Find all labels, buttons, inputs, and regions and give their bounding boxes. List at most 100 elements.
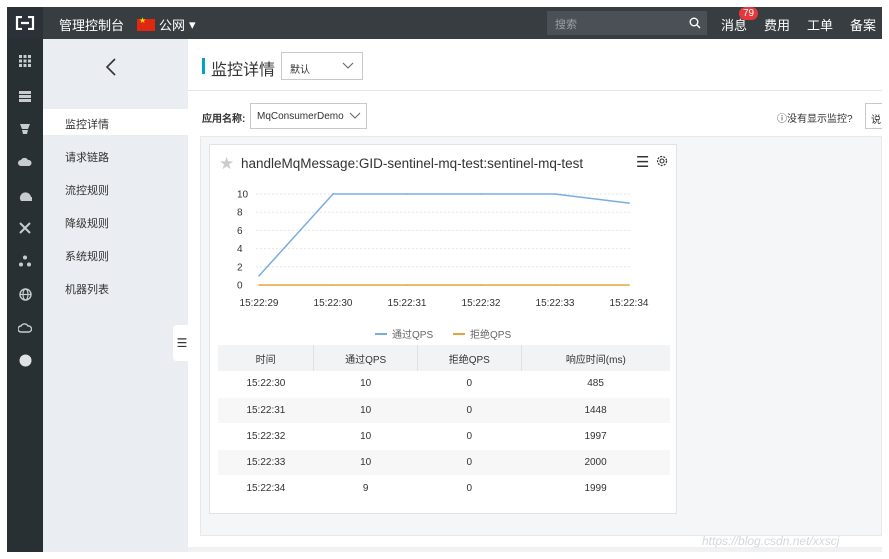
region-label: 公网	[159, 18, 186, 33]
table-row: 15:22:32 10 0 1997	[218, 423, 670, 450]
legend-item-block[interactable]: 拒绝QPS	[453, 326, 511, 341]
x-tick-label: 15:22:33	[536, 298, 575, 309]
caret-down-icon: ▾	[189, 16, 196, 32]
y-tick-label: 10	[237, 190, 249, 201]
y-tick-label: 8	[237, 208, 243, 219]
data-point	[258, 275, 260, 277]
table-cell: 1448	[521, 397, 670, 424]
series-line-pass	[258, 193, 630, 277]
cluster-icon[interactable]	[15, 251, 35, 271]
x-tick-label: 15:22:30	[314, 298, 353, 309]
data-point	[406, 193, 408, 195]
edge-action-button[interactable]: 说	[865, 103, 882, 129]
grid-menu-icon[interactable]	[15, 51, 35, 71]
info-circle-icon: ⓘ	[777, 114, 787, 125]
globe-icon[interactable]	[15, 284, 35, 304]
data-point	[480, 284, 482, 286]
server-icon[interactable]	[15, 86, 35, 106]
product-icon-rail	[7, 39, 43, 552]
table-cell: 15:22:30	[218, 371, 314, 398]
table-row: 15:22:33 10 0 2000	[218, 449, 670, 476]
china-flag-icon	[137, 16, 155, 31]
sidebar-collapse-handle-icon[interactable]: ☰	[173, 325, 191, 361]
data-point	[332, 284, 334, 286]
table-cell: 15:22:34	[218, 475, 314, 502]
table-cell: 2000	[521, 449, 670, 476]
table-row: 15:22:34 9 0 1999	[218, 475, 670, 502]
cloud-sync-icon[interactable]	[15, 317, 35, 337]
billing-link[interactable]: 费用	[764, 15, 790, 34]
table-cell: 10	[313, 449, 418, 476]
qps-table: 时间 通过QPS 拒绝QPS 响应时间(ms) 15:22:30 10 0 48…	[218, 345, 670, 502]
filing-link[interactable]: 备案	[850, 15, 876, 34]
top-navbar: 管理控制台 公网 ▾ 搜索 消息 79 费用 工单 备案	[7, 7, 882, 39]
x-tick-label: 15:22:31	[388, 298, 427, 309]
table-cell: 10	[313, 371, 418, 398]
x-tick-label: 15:22:34	[610, 298, 649, 309]
table-row: 15:22:31 10 0 1448	[218, 397, 670, 424]
y-tick-label: 2	[237, 262, 243, 273]
legend-swatch-block	[453, 332, 465, 335]
table-cell: 1997	[521, 423, 670, 450]
column-header-rt: 响应时间(ms)	[521, 345, 670, 371]
app-name-value: MqConsumerDemo	[257, 111, 344, 122]
cloud-logo-icon[interactable]	[7, 7, 43, 39]
legend-swatch-pass	[375, 332, 387, 335]
messages-count-badge: 79	[739, 7, 759, 20]
network-icon[interactable]	[15, 218, 35, 238]
title-accent-bar	[202, 58, 205, 74]
chevron-down-icon	[349, 109, 361, 124]
back-chevron-icon[interactable]	[105, 57, 117, 83]
chevron-down-icon	[342, 59, 354, 74]
data-point	[628, 202, 630, 204]
app-filter-bar: 应用名称: MqConsumerDemo ⓘ没有显示监控? 说	[188, 92, 882, 136]
sidebar-item-request-chain[interactable]: 请求链路	[43, 142, 188, 168]
app-name-select[interactable]: MqConsumerDemo	[250, 103, 367, 129]
data-point	[332, 193, 334, 195]
no-monitor-help[interactable]: ⓘ没有显示监控?	[777, 110, 853, 125]
table-row: 15:22:30 10 0 485	[218, 371, 670, 398]
column-header-pass-qps: 通过QPS	[313, 345, 418, 371]
view-select-value: 默认	[290, 65, 310, 76]
resource-monitor-card: ★ handleMqMessage:GID-sentinel-mq-test:s…	[209, 144, 677, 514]
legend-item-pass[interactable]: 通过QPS	[375, 326, 433, 341]
legend-label-pass: 通过QPS	[392, 330, 434, 341]
table-header-row: 时间 通过QPS 拒绝QPS 响应时间(ms)	[218, 345, 670, 371]
tickets-link[interactable]: 工单	[807, 15, 833, 34]
search-icon[interactable]	[683, 11, 707, 35]
table-cell: 10	[313, 397, 418, 424]
data-point	[628, 284, 630, 286]
x-tick-label: 15:22:32	[462, 298, 501, 309]
qps-line-chart: 10 8 6 4 2 0 15:22:29 15:22:30 15:22:31 15:22:32 1…	[237, 190, 649, 310]
circle-dot-icon[interactable]	[15, 350, 35, 370]
data-point	[554, 284, 556, 286]
data-point	[554, 193, 556, 195]
legend-label-block: 拒绝QPS	[470, 330, 512, 341]
sidebar-item-degrade-rules[interactable]: 降级规则	[43, 208, 188, 234]
no-monitor-text: 没有显示监控?	[787, 114, 853, 125]
sidebar-item-flow-rules[interactable]: 流控规则	[43, 175, 188, 201]
sidebar-item-system-rules[interactable]: 系统规则	[43, 241, 188, 267]
data-point	[480, 193, 482, 195]
table-cell: 0	[417, 423, 522, 450]
database-icon[interactable]	[15, 119, 35, 139]
view-select[interactable]: 默认	[281, 52, 363, 80]
page-title: 监控详情	[211, 62, 276, 79]
x-tick-label: 15:22:29	[240, 298, 279, 309]
table-cell: 0	[417, 397, 522, 424]
data-point	[258, 284, 260, 286]
page-header: 监控详情 默认	[188, 39, 882, 91]
column-header-block-qps: 拒绝QPS	[417, 345, 522, 371]
table-cell: 0	[417, 475, 522, 502]
sidebar-item-monitor-detail[interactable]: 监控详情	[43, 109, 188, 135]
table-cell: 9	[313, 475, 418, 502]
app-name-label: 应用名称:	[202, 114, 246, 125]
cloud-icon[interactable]	[15, 152, 35, 172]
table-cell: 15:22:32	[218, 423, 314, 450]
cdn-icon[interactable]	[15, 185, 35, 205]
y-tick-label: 4	[237, 244, 243, 255]
region-selector[interactable]: 公网 ▾	[137, 15, 196, 34]
sidebar-item-machine-list[interactable]: 机器列表	[43, 274, 188, 300]
watermark-text: https://blog.csdn.net/xxscj	[702, 534, 840, 548]
console-link[interactable]: 管理控制台	[59, 15, 124, 34]
